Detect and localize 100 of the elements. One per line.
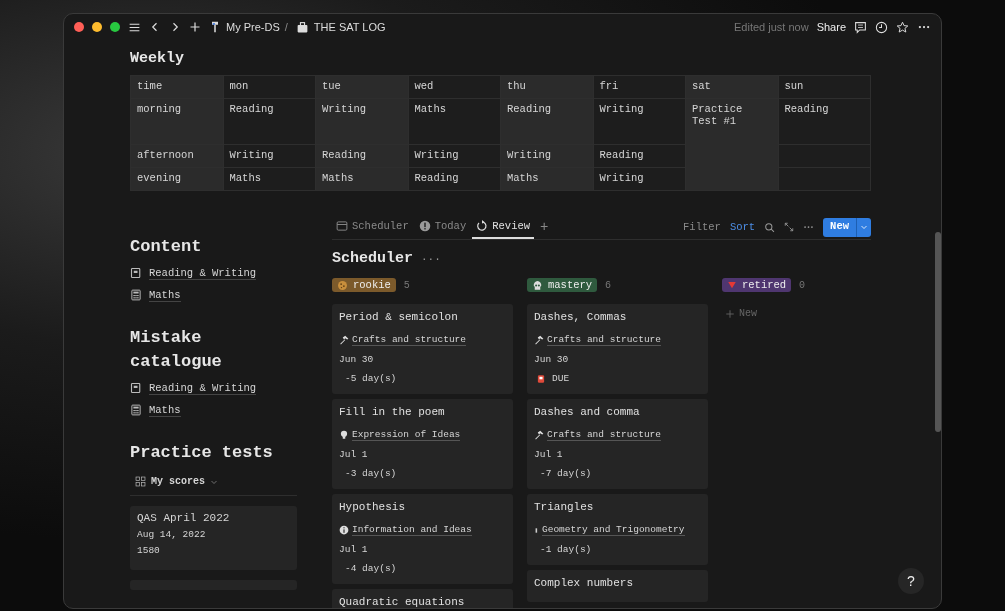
card-status: DUE [534,369,570,388]
task-card[interactable]: Quadratic equations [332,589,513,608]
close-button[interactable] [74,22,84,32]
page-link[interactable]: Reading & Writing [149,266,257,280]
task-card[interactable]: Hypothesis Information and Ideas Jul 1 -4 day(s) [332,494,513,584]
card-score: 1580 [137,545,161,556]
column-header: wed [408,75,501,99]
section-heading: Practice tests [130,442,274,464]
star-icon [896,20,909,34]
task-card[interactable]: Triangles Geometry and Trigonometry -1 day(s) [527,494,708,565]
tag-link[interactable]: Expression of Ideas [352,429,461,441]
task-card[interactable]: Complex numbers [527,570,708,602]
column-count: 6 [605,279,612,291]
card-title: Complex numbers [534,577,635,591]
briefcase-icon [295,20,309,34]
clock-icon [875,20,888,34]
table-cell: Practice Test #1 [685,98,778,145]
share-button[interactable]: Share [816,21,846,33]
card-title: Hypothesis [339,501,406,515]
alert-icon [418,220,431,232]
filter-button[interactable]: Filter [683,221,721,233]
table-cell: Reading [778,98,871,145]
card-title: Period & semicolon [339,311,459,325]
view-selector[interactable]: My scores [151,476,205,487]
column-header: tue [315,75,408,99]
help-button[interactable]: ? [898,568,924,594]
column-tag: retired [722,278,792,292]
column-count: 5 [403,279,410,291]
column-header: thu [500,75,593,99]
breadcrumb-link[interactable]: THE SAT LOG [313,21,386,33]
card-title: Quadratic equations [339,596,466,608]
card-title: QAS April 2022 [137,512,231,524]
minimize-button[interactable] [92,22,102,32]
table-cell: Maths [408,98,501,145]
card-date: Jul 1 [339,543,369,557]
card-date: Jul 1 [534,448,564,462]
book-icon [130,382,142,394]
column-header: sat [685,75,778,99]
page-link[interactable]: Maths [149,403,181,417]
task-card[interactable]: Fill in the poem Expression of Ideas Jul 1 -3 day(s) [332,399,513,489]
triangle-icon [727,280,737,290]
comment-icon [854,20,867,34]
tag-link[interactable]: Crafts and structure [547,334,662,346]
chevron-down-icon [860,223,868,231]
cookie-icon [337,279,348,291]
task-card[interactable]: Period & semicolon Crafts and structure Jun 30 -5 day(s) [332,304,513,394]
board-title: Scheduler [332,250,413,267]
hammer-icon [339,335,349,345]
edited-status: Edited just now [734,21,809,33]
scrollbar[interactable] [935,232,941,432]
maximize-button[interactable] [110,22,120,32]
view-tab[interactable]: Today [414,215,471,239]
book-icon [130,267,142,279]
table-cell: evening [130,167,223,191]
tag-link[interactable]: Geometry and Trigonometry [542,524,685,536]
gallery-icon [135,476,146,487]
task-card[interactable]: Dashes and comma Crafts and structure Jul 1 -7 day(s) [527,399,708,489]
card-status: -5 day(s) [344,372,397,386]
sort-button[interactable]: Sort [729,221,756,233]
view-tab[interactable]: Review [472,215,535,239]
search-icon [764,221,776,233]
column-tag: rookie [332,278,396,292]
column-header: time [130,75,223,99]
table-cell: Writing [593,98,686,145]
table-icon [336,220,348,232]
card-status: -4 day(s) [344,562,397,576]
task-card[interactable]: Dashes, Commas Crafts and structure Jun 30 DUE [527,304,708,394]
calculator-icon [130,404,142,416]
table-cell: morning [130,98,223,145]
new-button[interactable]: New [823,217,871,237]
skull-icon [532,279,543,291]
card-date: Jun 30 [339,353,375,367]
card-title: Fill in the poem [339,406,446,420]
table-cell: Writing [315,98,408,145]
page-link[interactable]: Maths [149,288,181,302]
add-view-button[interactable]: + [536,219,553,235]
breadcrumb-separator: / [284,21,288,33]
view-tab[interactable]: Scheduler [332,215,413,239]
alarm-icon [536,373,546,384]
tag-link[interactable]: Information and Ideas [352,524,472,536]
hammer-icon [534,430,544,440]
refresh-icon [476,220,489,232]
card-title: Dashes, Commas [534,311,628,325]
plus-icon [725,308,735,319]
expand-icon [784,222,795,232]
score-card[interactable]: QAS April 2022 Aug 14, 2022 1580 [130,506,297,570]
table-cell: Reading [223,98,316,145]
tag-link[interactable]: Crafts and structure [547,429,662,441]
page-link[interactable]: Reading & Writing [149,381,257,395]
board-menu[interactable]: ··· [421,252,441,265]
table-cell: Reading [500,98,593,145]
breadcrumb-link[interactable]: My Pre-DS [226,21,280,33]
info-icon [339,525,349,535]
pushpin-icon [209,20,221,34]
card-date: Aug 14, 2022 [137,529,207,540]
card-date: Jun 30 [534,353,570,367]
section-heading: Weekly [130,50,185,67]
tag-link[interactable]: Crafts and structure [352,334,467,346]
section-heading: Mistake catalogue [130,327,223,373]
hammer-icon [534,335,544,345]
